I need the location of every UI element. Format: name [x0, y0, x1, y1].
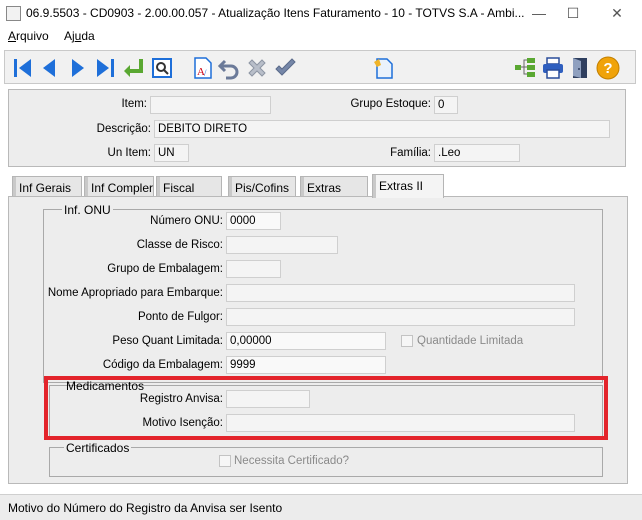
ponto-fulgor-field[interactable]: [226, 308, 575, 326]
tree-icon[interactable]: [513, 56, 537, 80]
codigo-embalagem-label: Código da Embalagem:: [102, 359, 223, 371]
familia-field[interactable]: .Leo: [434, 144, 520, 162]
descricao-field[interactable]: DEBITO DIRETO: [154, 120, 610, 138]
certificados-title: Certificados: [64, 441, 132, 455]
numero-onu-field[interactable]: 0000: [226, 212, 281, 230]
cancel-icon[interactable]: [245, 56, 269, 80]
tab-pis-cofins[interactable]: Pis/Cofins: [228, 176, 296, 198]
tab-extras-ii[interactable]: Extras II: [372, 174, 444, 198]
window-title: 06.9.5503 - CD0903 - 2.00.00.057 - Atual…: [26, 6, 525, 20]
quantidade-limitada-label: Quantidade Limitada: [417, 335, 524, 347]
tab-strip: Inf Gerais Inf Compler Fiscal Pis/Cofins…: [8, 174, 628, 198]
edit-doc-icon[interactable]: [371, 56, 395, 80]
ponto-fulgor-label: Ponto de Fulgor:: [137, 311, 223, 323]
menu-ajuda[interactable]: Ajuda: [64, 29, 95, 43]
nome-apropriado-field[interactable]: [226, 284, 575, 302]
goto-icon[interactable]: [121, 56, 145, 80]
help-icon[interactable]: ?: [596, 56, 620, 80]
descricao-label: Descrição:: [96, 123, 151, 135]
help-glyph: ?: [603, 60, 612, 77]
grupo-embalagem-field[interactable]: [226, 260, 281, 278]
menu-bar: Arquivo Ajuda: [0, 27, 642, 47]
classe-risco-field[interactable]: [226, 236, 338, 254]
necessita-certificado-checkbox[interactable]: [219, 455, 231, 467]
app-icon: [6, 6, 21, 21]
exit-icon[interactable]: [568, 56, 592, 80]
codigo-embalagem-field[interactable]: 9999: [226, 356, 386, 374]
first-icon[interactable]: [11, 56, 35, 80]
spell-check-icon[interactable]: A /: [191, 56, 215, 80]
search-icon[interactable]: [150, 56, 174, 80]
next-icon[interactable]: [65, 56, 89, 80]
item-field[interactable]: [150, 96, 271, 114]
necessita-certificado-label: Necessita Certificado?: [234, 455, 350, 467]
maximize-button[interactable]: ☐: [558, 4, 588, 22]
grupo-embalagem-label: Grupo de Embalagem:: [107, 263, 223, 275]
minimize-button[interactable]: —: [524, 4, 554, 22]
nome-apropriado-label: Nome Apropriado para Embarque:: [47, 287, 223, 299]
status-text: Motivo do Número do Registro da Anvisa s…: [8, 501, 283, 515]
print-icon[interactable]: [541, 56, 565, 80]
tab-inf-compler[interactable]: Inf Compler: [84, 176, 154, 198]
quantidade-limitada-checkbox[interactable]: [401, 335, 413, 347]
item-label: Item:: [121, 98, 147, 110]
undo-icon[interactable]: [217, 56, 241, 80]
un-item-label: Un Item:: [107, 147, 151, 159]
classe-risco-label: Classe de Risco:: [136, 239, 223, 251]
grupo-estoque-field[interactable]: 0: [434, 96, 458, 114]
tab-fiscal[interactable]: Fiscal: [156, 176, 222, 198]
confirm-icon[interactable]: [273, 56, 297, 80]
toolbar: A / ?: [4, 50, 636, 84]
peso-quant-label: Peso Quant Limitada:: [112, 335, 223, 347]
title-bar: 06.9.5503 - CD0903 - 2.00.00.057 - Atual…: [0, 0, 642, 27]
status-bar: Motivo do Número do Registro da Anvisa s…: [0, 494, 642, 520]
tab-extras[interactable]: Extras: [300, 176, 368, 198]
un-item-field[interactable]: UN: [154, 144, 189, 162]
peso-quant-field[interactable]: 0,00000: [226, 332, 386, 350]
last-icon[interactable]: [93, 56, 117, 80]
menu-arquivo[interactable]: Arquivo: [8, 29, 49, 43]
close-button[interactable]: ✕: [602, 4, 632, 22]
numero-onu-label: Número ONU:: [150, 215, 223, 227]
highlight-box: [44, 376, 608, 440]
prev-icon[interactable]: [38, 56, 62, 80]
header-panel: Item: Grupo Estoque: 0 Descrição: DEBITO…: [8, 89, 626, 167]
grupo-estoque-label: Grupo Estoque:: [350, 98, 431, 110]
familia-label: Família:: [390, 147, 431, 159]
tab-inf-gerais[interactable]: Inf Gerais: [12, 176, 82, 198]
tab-content-panel: Inf. ONU Número ONU: 0000 Classe de Risc…: [8, 196, 628, 484]
